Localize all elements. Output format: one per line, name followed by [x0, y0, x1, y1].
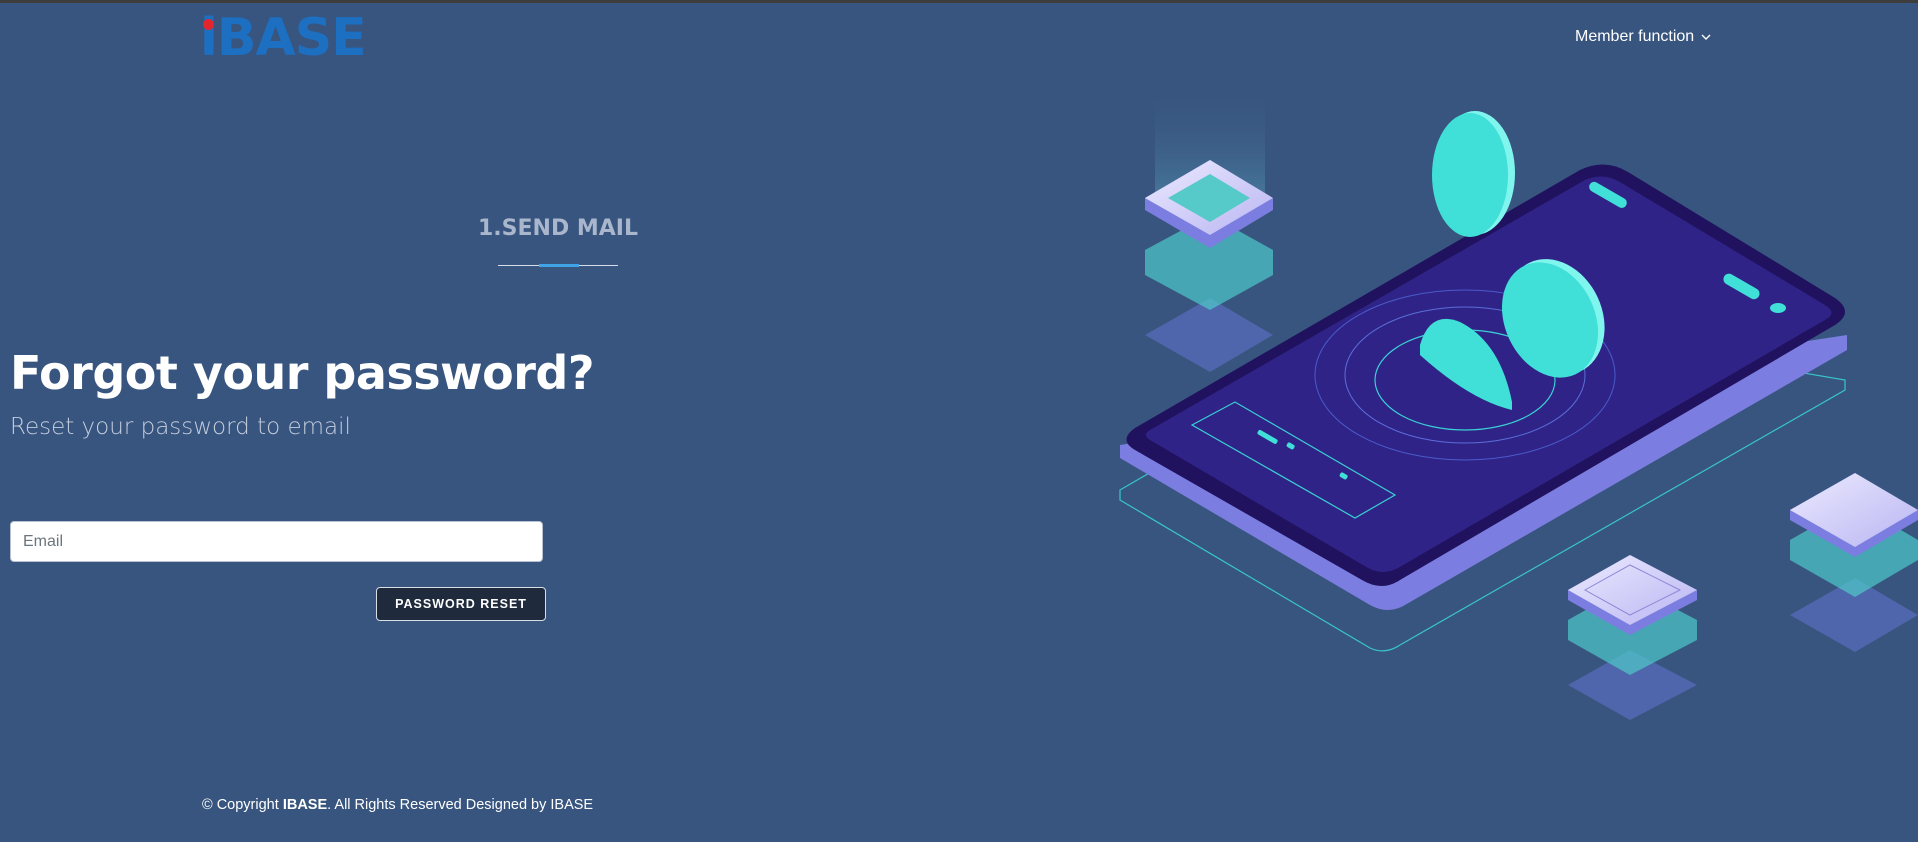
top-border	[0, 0, 1918, 3]
logo-text: iBASE	[200, 8, 367, 68]
footer-brand: IBASE	[282, 797, 328, 813]
email-field[interactable]	[10, 521, 543, 562]
footer-prefix: © Copyright	[202, 797, 283, 813]
logo-dot	[203, 19, 214, 30]
ibase-logo[interactable]: iBASE	[200, 8, 367, 68]
footer-copyright: © Copyright IBASE. All Rights Reserved D…	[202, 797, 593, 813]
footer-suffix: . All Rights Reserved Designed by IBASE	[327, 797, 594, 813]
password-reset-button[interactable]: PASSWORD RESET	[376, 587, 546, 621]
member-function-label: Member function	[1575, 28, 1695, 45]
chevron-down-icon	[1701, 34, 1711, 40]
page-subtitle: Reset your password to email	[10, 414, 351, 440]
phone-security-illustration	[1119, 95, 1918, 720]
step-indicator-label: 1.SEND MAIL	[478, 216, 638, 241]
step-underline-accent	[539, 264, 579, 267]
member-function-menu[interactable]: Member function	[1575, 28, 1712, 46]
page-title: Forgot your password?	[10, 346, 595, 400]
